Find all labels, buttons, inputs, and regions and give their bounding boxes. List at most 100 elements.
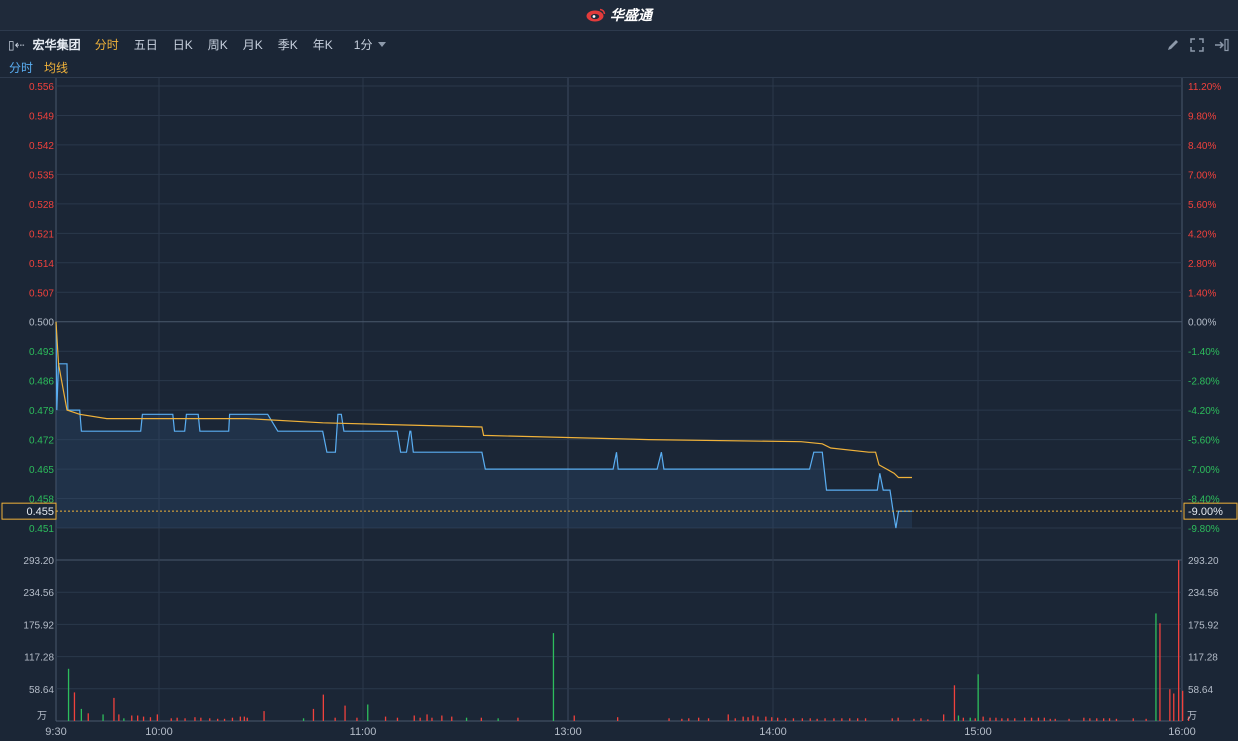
volume-bar <box>1108 718 1111 721</box>
volume-bar <box>816 718 818 721</box>
price-tick-label: 0.486 <box>29 377 54 388</box>
tab-weekly-k[interactable]: 周K <box>208 36 228 53</box>
volume-bar <box>617 717 619 721</box>
price-tick-label: 0.556 <box>29 82 54 93</box>
legend-price-label: 分时 <box>9 61 34 75</box>
price-tick-label: 0.500 <box>29 318 54 329</box>
volume-bar <box>927 719 929 721</box>
volume-bar <box>841 718 843 721</box>
fullscreen-icon[interactable] <box>1190 37 1204 52</box>
back-collapse-icon[interactable]: ▯⇠ <box>8 38 25 52</box>
volume-bar <box>1115 718 1118 721</box>
volume-bar <box>891 718 893 721</box>
volume-bar <box>243 716 245 721</box>
volume-bar <box>67 668 70 721</box>
volume-bar <box>833 718 835 721</box>
volume-bar <box>231 717 234 721</box>
price-tick-label: 0.542 <box>29 141 54 152</box>
price-tick-label: 0.493 <box>29 347 54 358</box>
volume-tick-label: 58.64 <box>29 685 54 696</box>
tab-quarterly-k[interactable]: 季K <box>278 36 298 53</box>
tab-five-day[interactable]: 五日 <box>134 36 158 53</box>
volume-bar <box>170 718 172 721</box>
volume-bar <box>824 718 826 721</box>
volume-bar <box>1182 690 1184 721</box>
tab-monthly-k[interactable]: 月K <box>243 36 263 53</box>
volume-bar <box>913 718 915 721</box>
brand-logo-icon <box>586 8 606 22</box>
volume-bar <box>118 714 120 721</box>
price-area <box>56 321 912 528</box>
time-tick-label: 10:00 <box>145 726 173 738</box>
price-tick-label: 0.451 <box>29 524 54 535</box>
tab-intraday[interactable]: 分时 <box>95 36 119 53</box>
expand-panel-icon[interactable] <box>1214 38 1230 52</box>
volume-bar <box>953 685 956 721</box>
volume-bar <box>784 718 787 721</box>
intraday-chart[interactable]: 0.556 11.20% 0.549 9.80% 0.542 8.40% 0.535 7.00… <box>0 78 1238 741</box>
volume-bar <box>995 717 997 721</box>
price-tick-label: 0.535 <box>29 170 54 181</box>
percent-tick-label: 9.80% <box>1188 111 1216 122</box>
percent-tick-label: 8.40% <box>1188 141 1216 152</box>
volume-bar <box>962 717 964 721</box>
percent-tick-label: -1.40% <box>1188 347 1220 358</box>
volume-tick-label-right: 58.64 <box>1188 685 1213 696</box>
volume-tick-label-right: 175.92 <box>1188 620 1219 631</box>
time-tick-label: 9:30 <box>45 726 66 738</box>
volume-bar <box>451 716 453 721</box>
volume-unit-label-right: 万 <box>1187 711 1197 722</box>
percent-tick-label: -4.20% <box>1188 406 1220 417</box>
brand-name: 华盛通 <box>610 7 652 23</box>
volume-bar <box>809 718 811 721</box>
volume-bar <box>1159 623 1161 721</box>
pencil-icon[interactable] <box>1166 38 1180 52</box>
volume-bar <box>864 718 867 721</box>
price-tick-label: 0.479 <box>29 406 54 417</box>
volume-bar <box>142 716 145 721</box>
tab-daily-k[interactable]: 日K <box>173 36 193 53</box>
volume-bar <box>176 717 178 721</box>
volume-bar <box>801 718 803 721</box>
tab-yearly-k[interactable]: 年K <box>313 36 333 53</box>
price-area-fill <box>56 321 912 528</box>
volume-bar <box>734 718 736 721</box>
title-bar: 华盛通 <box>0 0 1238 31</box>
volume-bar <box>356 717 358 721</box>
volume-bar <box>367 704 369 721</box>
percent-tick-label: 4.20% <box>1188 229 1216 240</box>
volume-bar <box>194 717 196 721</box>
volume-bar <box>777 717 779 721</box>
percent-tick-label: 7.00% <box>1188 170 1216 181</box>
volume-bar <box>982 716 984 721</box>
volume-bar <box>131 715 133 721</box>
volume-bar <box>1014 718 1016 721</box>
volume-bar <box>384 716 387 721</box>
volume-bar <box>957 715 960 721</box>
period-dropdown[interactable]: 1分 <box>354 36 387 53</box>
chevron-down-icon <box>378 42 387 47</box>
volume-bar <box>137 715 139 721</box>
legend-average-label: 均线 <box>44 61 69 75</box>
percent-tick-label: 5.60% <box>1188 200 1216 211</box>
volume-bar <box>552 633 555 721</box>
volume-bar <box>792 718 795 721</box>
volume-bar <box>102 714 104 721</box>
toolbar-actions <box>1166 31 1230 58</box>
volume-bar <box>920 718 922 721</box>
chart-toolbar: ▯⇠ 宏华集团 分时 五日 日K 周K 月K 季K 年K 1分 <box>0 31 1238 58</box>
volume-bar <box>688 718 690 721</box>
volume-bar <box>431 717 433 721</box>
chart-legend: 分时 均线 <box>0 58 1238 78</box>
volume-bar <box>765 716 767 721</box>
volume-bar <box>1173 693 1175 721</box>
volume-bar <box>1043 717 1045 721</box>
volume-bar <box>149 717 152 721</box>
volume-bar <box>668 718 670 721</box>
volume-bar <box>302 718 305 721</box>
price-tick-label: 0.514 <box>29 259 54 270</box>
volume-unit-label: 万 <box>37 711 47 722</box>
price-tick-label: 0.528 <box>29 200 54 211</box>
volume-bar <box>1024 717 1026 721</box>
volume-bar <box>1037 717 1040 721</box>
